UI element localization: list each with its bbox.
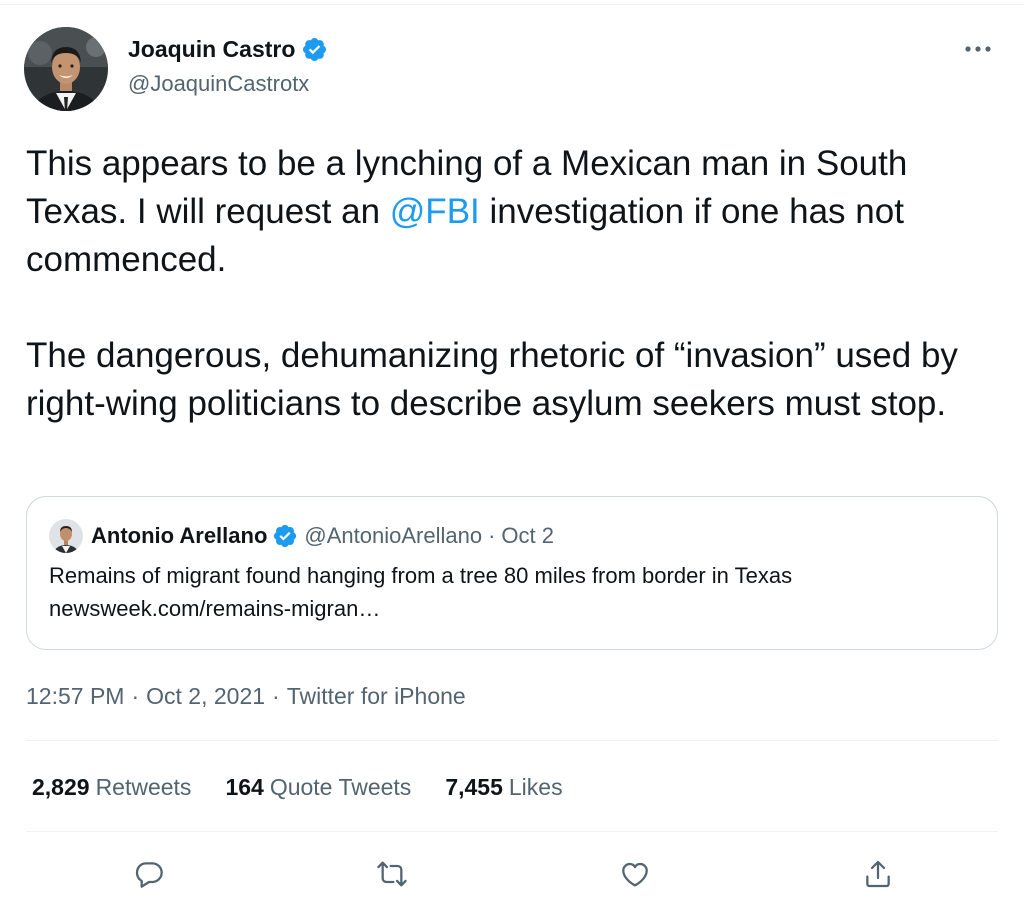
author-name-text: Joaquin Castro <box>128 36 296 62</box>
author-name[interactable]: Joaquin Castro <box>128 34 328 64</box>
quote-separator: · <box>488 523 496 548</box>
like-icon <box>622 862 648 887</box>
quote-author-avatar[interactable] <box>49 519 83 553</box>
tweet-actions <box>0 850 1024 898</box>
tweet-stats: 2,829 Retweets 164 Quote Tweets 7,455 Likes <box>32 771 597 803</box>
quote-text-line: Remains of migrant found hanging from a … <box>49 563 793 588</box>
retweets-stat[interactable]: 2,829 Retweets <box>32 771 191 803</box>
more-options-button[interactable] <box>958 34 998 64</box>
tweet-date[interactable]: Oct 2, 2021 <box>146 683 265 709</box>
mention-link[interactable]: @FBI <box>390 192 480 231</box>
share-button[interactable] <box>854 850 902 898</box>
tweet-text: This appears to be a lynching of a Mexic… <box>26 140 1001 428</box>
quote-author-name[interactable]: Antonio Arellano <box>91 521 267 551</box>
tweet-paragraph-2: The dangerous, dehumanizing rhetoric of … <box>26 336 958 423</box>
tweet-paragraph-1: This appears to be a lynching of a Mexic… <box>26 140 1001 284</box>
likes-stat[interactable]: 7,455 Likes <box>445 771 562 803</box>
reply-button[interactable] <box>125 850 173 898</box>
like-button[interactable] <box>611 850 659 898</box>
quote-author-handle[interactable]: @AntonioArellano <box>304 521 482 551</box>
divider <box>26 831 998 832</box>
reply-icon <box>135 862 163 888</box>
quote-header: Antonio Arellano @AntonioArellano · Oct … <box>91 521 554 551</box>
author-handle[interactable]: @JoaquinCastrotx <box>128 70 309 98</box>
quote-tweets-count: 164 <box>225 774 264 800</box>
meta-separator: · <box>131 683 140 709</box>
likes-count: 7,455 <box>445 774 503 800</box>
retweet-icon <box>377 861 407 887</box>
tweet-source[interactable]: Twitter for iPhone <box>287 683 466 709</box>
author-avatar[interactable] <box>24 27 108 111</box>
retweets-count: 2,829 <box>32 774 90 800</box>
quote-tweets-stat[interactable]: 164 Quote Tweets <box>225 771 411 803</box>
top-divider <box>0 4 1024 5</box>
tweet-detail: Joaquin Castro @JoaquinCastrotx This app… <box>0 0 1024 909</box>
quote-tweets-label: Quote Tweets <box>269 774 412 800</box>
quote-link[interactable]: newsweek.com/remains-migran… <box>49 592 979 625</box>
meta-separator: · <box>272 683 280 709</box>
divider <box>26 740 998 741</box>
quote-date[interactable]: Oct 2 <box>501 521 554 551</box>
verified-badge-icon <box>274 524 297 548</box>
likes-label: Likes <box>508 774 563 800</box>
tweet-meta: 12:57 PM · Oct 2, 2021 · Twitter for iPhone <box>26 680 466 712</box>
retweets-label: Retweets <box>95 774 192 800</box>
share-icon <box>866 860 890 888</box>
quoted-tweet-card[interactable]: Antonio Arellano @AntonioArellano · Oct … <box>26 496 998 650</box>
more-horizontal-icon <box>965 46 991 52</box>
verified-badge-icon <box>303 37 327 61</box>
retweet-button[interactable] <box>368 850 416 898</box>
tweet-time[interactable]: 12:57 PM <box>26 683 124 709</box>
quote-text: Remains of migrant found hanging from a … <box>49 559 979 625</box>
user-avatar-icon <box>24 27 108 111</box>
user-avatar-icon <box>49 519 83 553</box>
